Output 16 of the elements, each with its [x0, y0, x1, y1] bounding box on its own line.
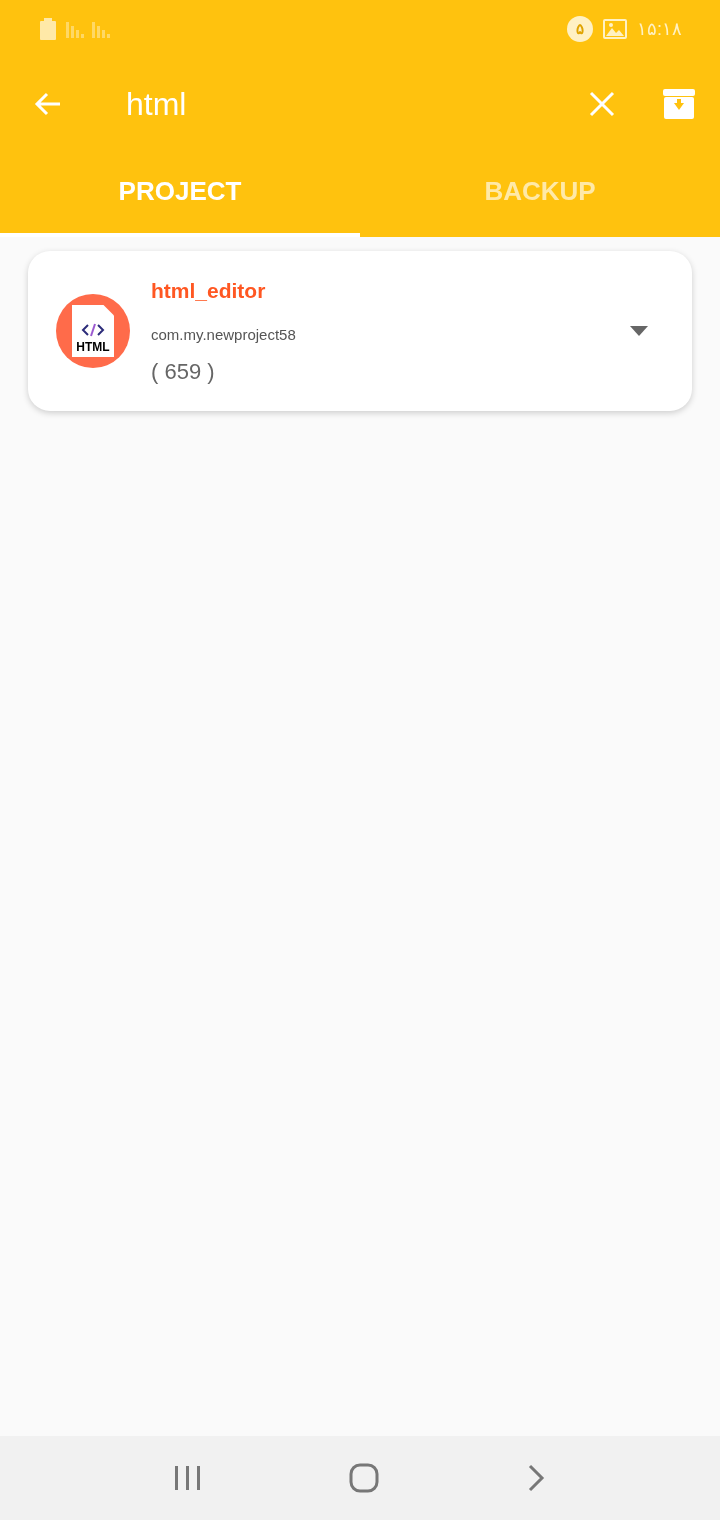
search-field[interactable]: html — [126, 80, 588, 128]
recent-apps-icon[interactable] — [173, 1465, 202, 1491]
html-file-icon: HTML — [56, 294, 130, 368]
package-name: com.my.newproject58 — [151, 325, 297, 345]
status-time: ۱۵:۱۸ — [637, 17, 682, 41]
home-icon[interactable] — [349, 1463, 379, 1493]
notification-badge: ۵ — [567, 16, 593, 42]
battery-icon — [40, 18, 56, 40]
image-icon — [603, 19, 627, 39]
project-name: html_editor — [151, 277, 267, 304]
project-count: ( 659 ) — [151, 357, 216, 386]
project-card[interactable]: HTML html_editor com.my.newproject58 ( 659 ) — [28, 251, 692, 411]
forward-icon[interactable] — [526, 1463, 547, 1493]
tab[interactable]: PROJECT — [0, 150, 360, 237]
tab[interactable]: BACKUP — [360, 150, 720, 237]
dropdown-icon[interactable] — [630, 326, 648, 336]
